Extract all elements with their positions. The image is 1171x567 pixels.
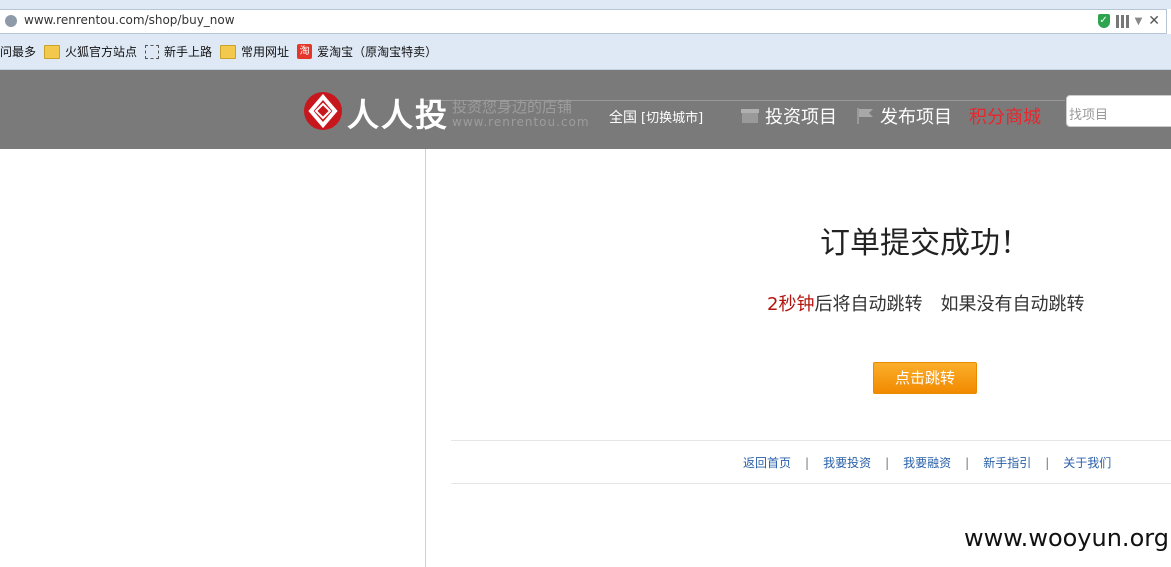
nav-publish[interactable]: 发布项目	[856, 103, 952, 129]
bookmark-item[interactable]: 常用网址	[220, 43, 289, 60]
dropdown-arrow-icon[interactable]: ▼	[1135, 16, 1143, 27]
browser-tabstrip	[0, 0, 1171, 9]
jump-button[interactable]: 点击跳转	[873, 362, 977, 394]
slogan-url: www.renrentou.com	[452, 115, 590, 129]
folder-icon	[44, 44, 61, 59]
footer-link-about[interactable]: 关于我们	[1063, 454, 1111, 471]
countdown-seconds: 2秒钟	[767, 294, 815, 315]
bookmark-item[interactable]: 问最多	[0, 43, 36, 60]
bookmark-item[interactable]: 新手上路	[145, 43, 212, 60]
url-text[interactable]: www.renrentou.com/shop/buy_now	[24, 13, 235, 27]
footer-link-home[interactable]: 返回首页	[743, 454, 791, 471]
page-title: 订单提交成功！	[820, 226, 1030, 261]
logo-text[interactable]: 人人投	[347, 90, 449, 136]
qr-code-icon[interactable]	[1115, 14, 1129, 28]
region-label: 全国	[609, 110, 637, 126]
footer-link-guide[interactable]: 新手指引	[983, 454, 1031, 471]
globe-icon	[5, 15, 17, 27]
flag-icon	[857, 108, 873, 124]
nav-points-mall[interactable]: 积分商城	[969, 103, 1041, 129]
fallback-text: 如果没有自动跳转	[940, 294, 1085, 315]
footer-links: 返回首页 | 我要投资 | 我要融资 | 新手指引 | 关于我们	[743, 454, 1112, 471]
bookmark-item[interactable]: 淘 爱淘宝（原淘宝特卖）	[297, 43, 437, 60]
switch-city-link[interactable]: [切换城市]	[641, 111, 703, 126]
region-selector[interactable]: 全国 [切换城市]	[609, 107, 703, 127]
site-header: 人人投 投资您身边的店铺 www.renrentou.com 全国 [切换城市] …	[0, 70, 1171, 149]
nav-invest[interactable]: 投资项目	[741, 103, 837, 129]
bookmarks-bar: 问最多 火狐官方站点 新手上路 常用网址 淘 爱淘宝（原淘宝特卖）	[0, 34, 1171, 70]
shield-icon[interactable]: ✓	[1097, 14, 1110, 28]
logo-icon[interactable]	[303, 91, 343, 131]
footer-divider-top	[451, 440, 1171, 441]
content-divider	[425, 149, 426, 567]
countdown-message: 后将自动跳转	[814, 294, 923, 315]
footer-link-invest[interactable]: 我要投资	[823, 454, 871, 471]
dotted-page-icon	[145, 44, 160, 59]
shop-icon	[741, 109, 759, 123]
countdown-text: 2秒钟后将自动跳转 如果没有自动跳转	[767, 290, 1084, 316]
address-bar[interactable]: www.renrentou.com/shop/buy_now ✓ ▼ ✕	[0, 9, 1167, 34]
search-input[interactable]: 找项目	[1066, 95, 1171, 127]
bookmark-item[interactable]: 火狐官方站点	[44, 43, 137, 60]
watermark: www.wooyun.org	[964, 524, 1169, 552]
footer-link-financing[interactable]: 我要融资	[903, 454, 951, 471]
taobao-icon: 淘	[297, 44, 313, 59]
footer-divider-bottom	[451, 483, 1171, 484]
folder-icon	[220, 44, 237, 59]
slogan: 投资您身边的店铺	[452, 98, 573, 116]
close-icon[interactable]: ✕	[1148, 13, 1160, 29]
